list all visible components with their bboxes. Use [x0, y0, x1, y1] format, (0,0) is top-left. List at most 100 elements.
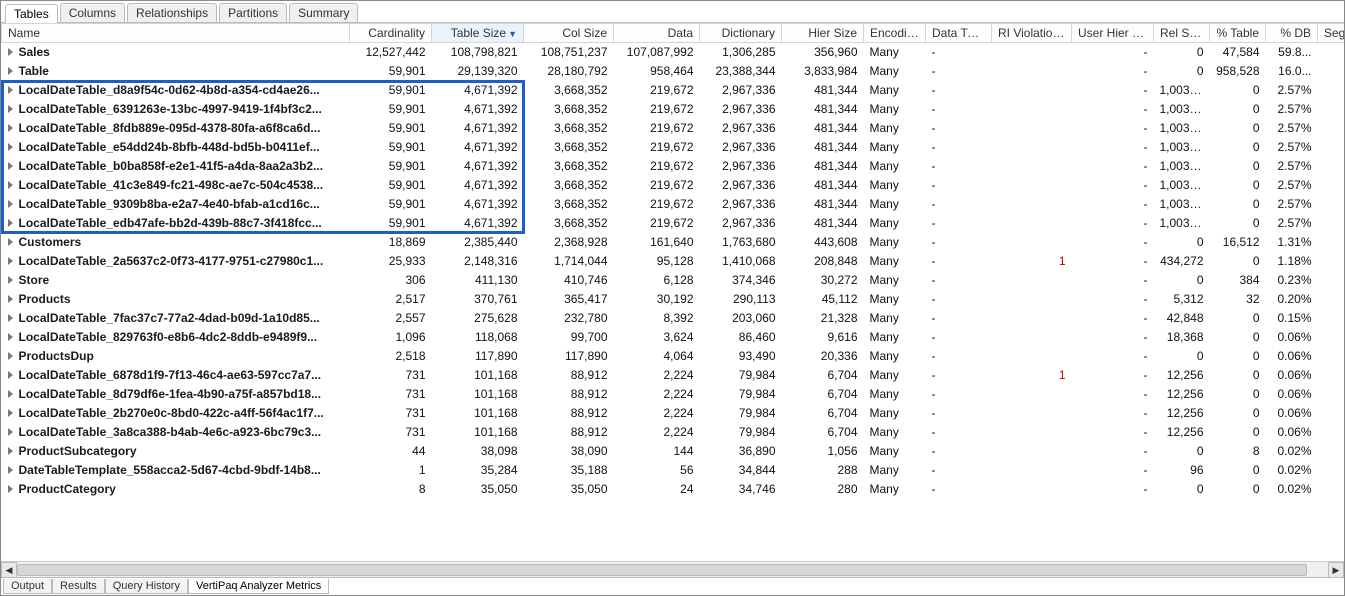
top-tab-relationships[interactable]: Relationships — [127, 3, 217, 22]
top-tab-summary[interactable]: Summary — [289, 3, 358, 22]
cell-rel: 1,003,040 — [1160, 102, 1210, 116]
table-row[interactable]: ProductSubcategory4438,09838,09014436,89… — [2, 442, 1345, 461]
expand-row-icon[interactable] — [8, 200, 13, 208]
horizontal-scrollbar[interactable]: ◀ ▶ — [1, 561, 1344, 577]
table-row[interactable]: DateTableTemplate_558acca2-5d67-4cbd-9bd… — [2, 461, 1345, 480]
row-name-label: LocalDateTable_edb47afe-bb2d-439b-88c7-3… — [19, 216, 322, 230]
top-tab-columns[interactable]: Columns — [60, 3, 125, 22]
col-header-ri[interactable]: RI Violations — [992, 24, 1072, 43]
expand-row-icon[interactable] — [8, 409, 13, 417]
col-header-uhs[interactable]: User Hier Size — [1072, 24, 1154, 43]
expand-row-icon[interactable] — [8, 447, 13, 455]
scroll-left-button[interactable]: ◀ — [1, 562, 17, 578]
cell-data: 219,672 — [650, 140, 693, 154]
col-header-data[interactable]: Data — [614, 24, 700, 43]
table-row[interactable]: Table59,90129,139,32028,180,792958,46423… — [2, 62, 1345, 81]
bottom-tab-query-history[interactable]: Query History — [105, 579, 188, 594]
expand-row-icon[interactable] — [8, 105, 13, 113]
col-header-card[interactable]: Cardinality — [350, 24, 432, 43]
expand-row-icon[interactable] — [8, 67, 13, 75]
table-row[interactable]: LocalDateTable_41c3e849-fc21-498c-ae7c-5… — [2, 176, 1345, 195]
col-header-pdb[interactable]: % DB — [1266, 24, 1318, 43]
table-row[interactable]: LocalDateTable_6878d1f9-7f13-46c4-ae63-5… — [2, 366, 1345, 385]
expand-row-icon[interactable] — [8, 390, 13, 398]
expand-row-icon[interactable] — [8, 428, 13, 436]
table-row[interactable]: Customers18,8692,385,4402,368,928161,640… — [2, 233, 1345, 252]
scroll-right-button[interactable]: ▶ — [1328, 562, 1344, 578]
col-header-csize[interactable]: Col Size — [524, 24, 614, 43]
col-header-rel[interactable]: Rel Size — [1154, 24, 1210, 43]
cell-card: 8 — [419, 482, 426, 496]
cell-hier: 45,112 — [822, 292, 858, 306]
table-row[interactable]: LocalDateTable_e54dd24b-8bfb-448d-bd5b-b… — [2, 138, 1345, 157]
cell-card: 25,933 — [389, 254, 426, 268]
expand-row-icon[interactable] — [8, 352, 13, 360]
table-row[interactable]: LocalDateTable_7fac37c7-77a2-4dad-b09d-1… — [2, 309, 1345, 328]
cell-dict: 1,763,680 — [722, 235, 775, 249]
expand-row-icon[interactable] — [8, 276, 13, 284]
expand-row-icon[interactable] — [8, 86, 13, 94]
expand-row-icon[interactable] — [8, 162, 13, 170]
cell-tsize: 2,148,316 — [464, 254, 517, 268]
cell-rel: 1,003,040 — [1160, 178, 1210, 192]
cell-hier: 21,328 — [821, 311, 858, 325]
col-header-seg[interactable]: Segmen — [1318, 24, 1345, 43]
table-row[interactable]: LocalDateTable_d8a9f54c-0d62-4b8d-a354-c… — [2, 81, 1345, 100]
cell-enc: Many — [870, 311, 899, 325]
table-row[interactable]: LocalDateTable_8d79df6e-1fea-4b90-a75f-a… — [2, 385, 1345, 404]
expand-row-icon[interactable] — [8, 295, 13, 303]
table-row[interactable]: Sales12,527,442108,798,821108,751,237107… — [2, 43, 1345, 62]
cell-dt: - — [932, 368, 936, 382]
expand-row-icon[interactable] — [8, 143, 13, 151]
cell-dict: 86,460 — [739, 330, 776, 344]
expand-row-icon[interactable] — [8, 257, 13, 265]
table-row[interactable]: Products2,517370,761365,41730,192290,113… — [2, 290, 1345, 309]
bottom-tab-output[interactable]: Output — [3, 579, 52, 594]
expand-row-icon[interactable] — [8, 48, 13, 56]
table-row[interactable]: LocalDateTable_edb47afe-bb2d-439b-88c7-3… — [2, 214, 1345, 233]
expand-row-icon[interactable] — [8, 124, 13, 132]
expand-row-icon[interactable] — [8, 238, 13, 246]
top-tab-tables[interactable]: Tables — [5, 4, 58, 23]
col-header-enc[interactable]: Encoding — [864, 24, 926, 43]
table-row[interactable]: LocalDateTable_2b270e0c-8bd0-422c-a4ff-5… — [2, 404, 1345, 423]
col-header-dict[interactable]: Dictionary — [700, 24, 782, 43]
table-row[interactable]: LocalDateTable_6391263e-13bc-4997-9419-1… — [2, 100, 1345, 119]
expand-row-icon[interactable] — [8, 314, 13, 322]
cell-rel: 0 — [1197, 45, 1204, 59]
table-row[interactable]: Store306411,130410,7466,128374,34630,272… — [2, 271, 1345, 290]
cell-enc: Many — [870, 349, 899, 363]
table-row[interactable]: LocalDateTable_8fdb889e-095d-4378-80fa-a… — [2, 119, 1345, 138]
table-row[interactable]: LocalDateTable_b0ba858f-e2e1-41f5-a4da-8… — [2, 157, 1345, 176]
top-tab-partitions[interactable]: Partitions — [219, 3, 287, 22]
table-row[interactable]: LocalDateTable_2a5637c2-0f73-4177-9751-c… — [2, 252, 1345, 271]
expand-row-icon[interactable] — [8, 219, 13, 227]
cell-dt: - — [932, 444, 936, 458]
col-header-name[interactable]: Name — [2, 24, 350, 43]
table-row[interactable]: LocalDateTable_829763f0-e8b6-4dc2-8ddb-e… — [2, 328, 1345, 347]
row-name-label: Store — [19, 273, 50, 287]
col-header-ptab[interactable]: % Table — [1210, 24, 1266, 43]
expand-row-icon[interactable] — [8, 181, 13, 189]
grid-scroll-viewport[interactable]: NameCardinalityTable Size▼Col SizeDataDi… — [1, 23, 1344, 561]
expand-row-icon[interactable] — [8, 466, 13, 474]
cell-dt: - — [932, 83, 936, 97]
table-row[interactable]: ProductsDup2,518117,890117,8904,06493,49… — [2, 347, 1345, 366]
cell-pdb: 0.02% — [1277, 482, 1311, 496]
cell-data: 24 — [680, 482, 693, 496]
scroll-thumb[interactable] — [17, 564, 1307, 576]
col-header-hier[interactable]: Hier Size — [782, 24, 864, 43]
cell-tsize: 101,168 — [474, 387, 517, 401]
col-header-dt[interactable]: Data Type — [926, 24, 992, 43]
bottom-tab-vertipaq-analyzer-metrics[interactable]: VertiPaq Analyzer Metrics — [188, 579, 329, 594]
expand-row-icon[interactable] — [8, 371, 13, 379]
expand-row-icon[interactable] — [8, 485, 13, 493]
table-row[interactable]: LocalDateTable_3a8ca388-b4ab-4e6c-a923-6… — [2, 423, 1345, 442]
bottom-tab-results[interactable]: Results — [52, 579, 105, 594]
table-row[interactable]: ProductCategory835,05035,0502434,746280M… — [2, 480, 1345, 499]
col-header-tsize[interactable]: Table Size▼ — [432, 24, 524, 43]
cell-csize: 3,668,352 — [554, 178, 607, 192]
expand-row-icon[interactable] — [8, 333, 13, 341]
cell-hier: 356,960 — [814, 45, 857, 59]
table-row[interactable]: LocalDateTable_9309b8ba-e2a7-4e40-bfab-a… — [2, 195, 1345, 214]
